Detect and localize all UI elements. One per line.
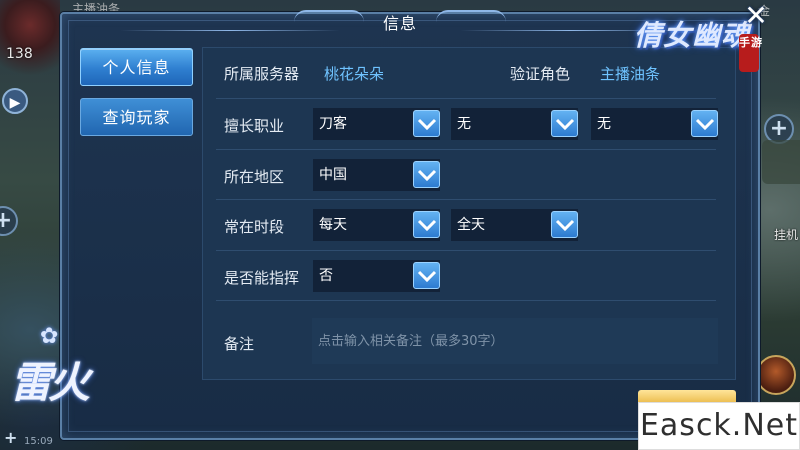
divider	[216, 199, 716, 200]
flower-icon: ✿	[40, 324, 59, 349]
profession-select-1-value: 刀客	[319, 116, 347, 132]
chevron-down-icon[interactable]	[413, 262, 440, 289]
chevron-down-icon[interactable]	[413, 211, 440, 238]
game-logo-seal: 手游	[739, 34, 762, 72]
role-value: 主播油条	[600, 65, 661, 83]
chevron-down-icon[interactable]	[691, 110, 718, 137]
time-range-select-value: 全天	[457, 217, 485, 233]
divider	[216, 250, 716, 251]
time-day-select-value: 每天	[319, 217, 347, 233]
auto-battle-icon[interactable]	[762, 140, 800, 184]
profession-select-3[interactable]: 无	[591, 108, 718, 140]
profession-select-2-value: 无	[457, 116, 471, 132]
divider	[216, 149, 716, 150]
chevron-down-icon[interactable]	[551, 211, 578, 238]
remark-label: 备注	[224, 335, 255, 353]
player-portrait[interactable]	[0, 0, 60, 80]
network-status: 15:09	[24, 436, 53, 447]
chevron-down-icon[interactable]	[551, 110, 578, 137]
divider	[216, 300, 716, 301]
region-select-value: 中国	[319, 167, 347, 183]
title-ornament-right	[436, 10, 506, 30]
expand-arrow-icon[interactable]: ▶	[2, 88, 28, 114]
add-icon[interactable]: +	[4, 428, 17, 447]
role-label: 验证角色	[510, 65, 571, 83]
region-label: 所在地区	[224, 168, 285, 186]
tab-personal-info[interactable]: 个人信息	[80, 48, 193, 86]
profession-select-1[interactable]: 刀客	[313, 108, 440, 140]
time-range-select[interactable]: 全天	[451, 209, 578, 241]
divider	[216, 98, 716, 99]
game-logo-text: 倩女幽魂	[634, 19, 751, 52]
command-select-value: 否	[319, 268, 333, 284]
tab-query-player[interactable]: 查询玩家	[80, 98, 193, 136]
server-label: 所属服务器	[224, 65, 300, 83]
auto-battle-label: 挂机	[773, 228, 798, 242]
profession-label: 擅长职业	[224, 117, 285, 135]
region-select[interactable]: 中国	[313, 159, 440, 191]
skill-icon[interactable]	[756, 355, 796, 395]
profession-select-2[interactable]: 无	[451, 108, 578, 140]
server-value: 桃花朵朵	[324, 65, 385, 83]
remark-input[interactable]	[312, 318, 718, 364]
command-label: 是否能指挥	[224, 269, 300, 287]
title-line-left	[120, 30, 340, 31]
chevron-down-icon[interactable]	[413, 161, 440, 188]
dialog-title: 信息	[382, 14, 417, 33]
player-level: 138	[6, 46, 33, 62]
watermark: Easck.Net	[638, 402, 800, 450]
title-ornament-left	[294, 10, 364, 30]
close-icon[interactable]: ✕	[742, 2, 770, 30]
profession-select-3-value: 无	[597, 116, 611, 132]
time-label: 常在时段	[224, 218, 285, 236]
time-day-select[interactable]: 每天	[313, 209, 440, 241]
chevron-down-icon[interactable]	[413, 110, 440, 137]
command-select[interactable]: 否	[313, 260, 440, 292]
calligraphy-logo: 雷火	[10, 358, 90, 407]
